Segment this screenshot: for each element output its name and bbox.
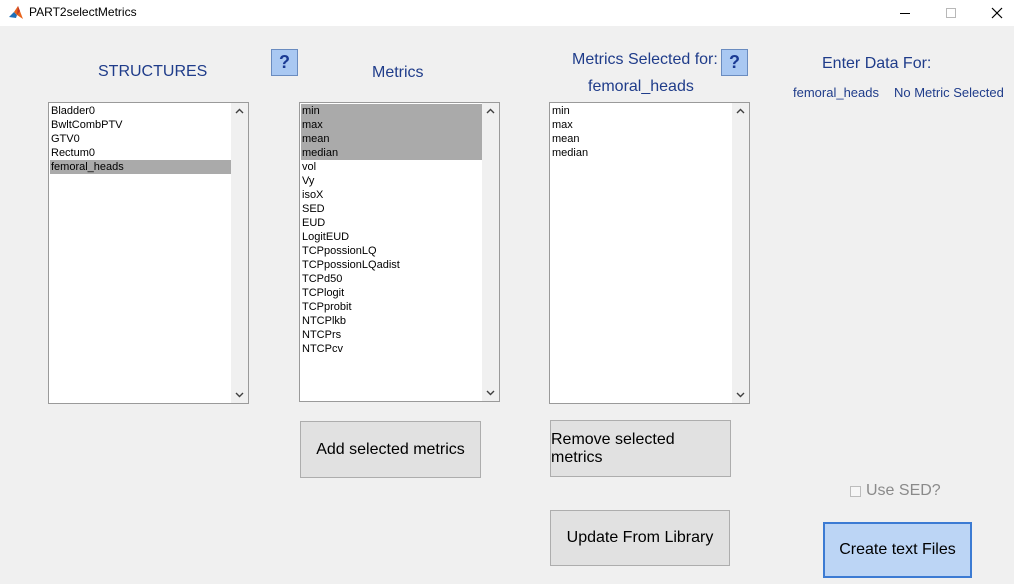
create-text-files-button[interactable]: Create text Files <box>823 522 972 578</box>
structures-help-button[interactable]: ? <box>271 49 298 76</box>
scroll-down-icon[interactable] <box>235 390 244 399</box>
list-item[interactable]: TCPprobit <box>301 300 482 314</box>
metrics-selected-heading: Metrics Selected for: <box>572 51 718 68</box>
list-item[interactable]: LogitEUD <box>301 230 482 244</box>
list-item[interactable]: TCPpossionLQ <box>301 244 482 258</box>
help-icon: ? <box>729 52 740 72</box>
maximize-button[interactable] <box>928 0 974 26</box>
selected-metrics-listbox[interactable]: min max mean median <box>549 102 750 404</box>
scroll-down-icon[interactable] <box>486 388 495 397</box>
structures-scrollbar[interactable] <box>231 103 248 403</box>
metrics-scrollbar[interactable] <box>482 103 499 401</box>
list-item[interactable]: max <box>551 118 732 132</box>
use-sed-checkbox[interactable] <box>850 485 861 497</box>
update-from-library-button[interactable]: Update From Library <box>550 510 730 566</box>
metrics-listbox[interactable]: min max mean median vol Vy isoX SED EUD LogitEUD T… <box>299 102 500 402</box>
metrics-list: min max mean median vol Vy isoX SED EUD LogitEUD T… <box>301 104 482 356</box>
list-item[interactable]: TCPpossionLQadist <box>301 258 482 272</box>
list-item[interactable]: min <box>301 104 482 118</box>
scroll-up-icon[interactable] <box>486 107 495 116</box>
list-item[interactable]: Bladder0 <box>50 104 231 118</box>
metrics-selected-help-button[interactable]: ? <box>721 49 748 76</box>
window-title: PART2selectMetrics <box>29 5 137 19</box>
scroll-up-icon[interactable] <box>235 107 244 116</box>
use-sed-option[interactable]: Use SED? <box>850 482 941 500</box>
selected-metrics-list: min max mean median <box>551 104 732 160</box>
list-item[interactable]: EUD <box>301 216 482 230</box>
maximize-icon <box>946 8 956 18</box>
list-item[interactable]: median <box>551 146 732 160</box>
list-item[interactable]: vol <box>301 160 482 174</box>
scroll-down-icon[interactable] <box>736 390 745 399</box>
list-item[interactable]: SED <box>301 202 482 216</box>
list-item[interactable]: NTCPlkb <box>301 314 482 328</box>
list-item[interactable]: median <box>301 146 482 160</box>
list-item[interactable]: NTCPcv <box>301 342 482 356</box>
list-item[interactable]: NTCPrs <box>301 328 482 342</box>
list-item[interactable]: BwltCombPTV <box>50 118 231 132</box>
matlab-icon <box>9 6 23 19</box>
list-item[interactable]: max <box>301 118 482 132</box>
structures-listbox[interactable]: Bladder0 BwltCombPTV GTV0 Rectum0 femoral_he… <box>48 102 249 404</box>
enter-data-heading: Enter Data For: <box>822 55 932 72</box>
scroll-up-icon[interactable] <box>736 107 745 116</box>
list-item[interactable]: Vy <box>301 174 482 188</box>
title-bar: PART2selectMetrics <box>0 0 1014 26</box>
no-metric-label: No Metric Selected <box>894 85 1004 100</box>
selected-metrics-scrollbar[interactable] <box>732 103 749 403</box>
selected-structure-label: femoral_heads <box>588 78 694 95</box>
list-item[interactable]: TCPd50 <box>301 272 482 286</box>
use-sed-label: Use SED? <box>866 482 941 499</box>
list-item[interactable]: Rectum0 <box>50 146 231 160</box>
close-icon <box>991 7 1003 19</box>
structures-list: Bladder0 BwltCombPTV GTV0 Rectum0 femoral_he… <box>50 104 231 174</box>
list-item[interactable]: isoX <box>301 188 482 202</box>
minimize-icon <box>900 13 910 14</box>
structures-heading: STRUCTURES <box>98 63 208 80</box>
help-icon: ? <box>279 52 290 72</box>
list-item[interactable]: GTV0 <box>50 132 231 146</box>
list-item[interactable]: TCPlogit <box>301 286 482 300</box>
remove-selected-metrics-button[interactable]: Remove selected metrics <box>550 420 731 477</box>
list-item[interactable]: mean <box>551 132 732 146</box>
list-item[interactable]: femoral_heads <box>50 160 231 174</box>
list-item[interactable]: min <box>551 104 732 118</box>
list-item[interactable]: mean <box>301 132 482 146</box>
enter-data-structure-label: femoral_heads <box>793 85 879 100</box>
close-button[interactable] <box>974 0 1014 26</box>
add-selected-metrics-button[interactable]: Add selected metrics <box>300 421 481 478</box>
minimize-button[interactable] <box>882 0 928 26</box>
metrics-heading: Metrics <box>372 64 424 81</box>
